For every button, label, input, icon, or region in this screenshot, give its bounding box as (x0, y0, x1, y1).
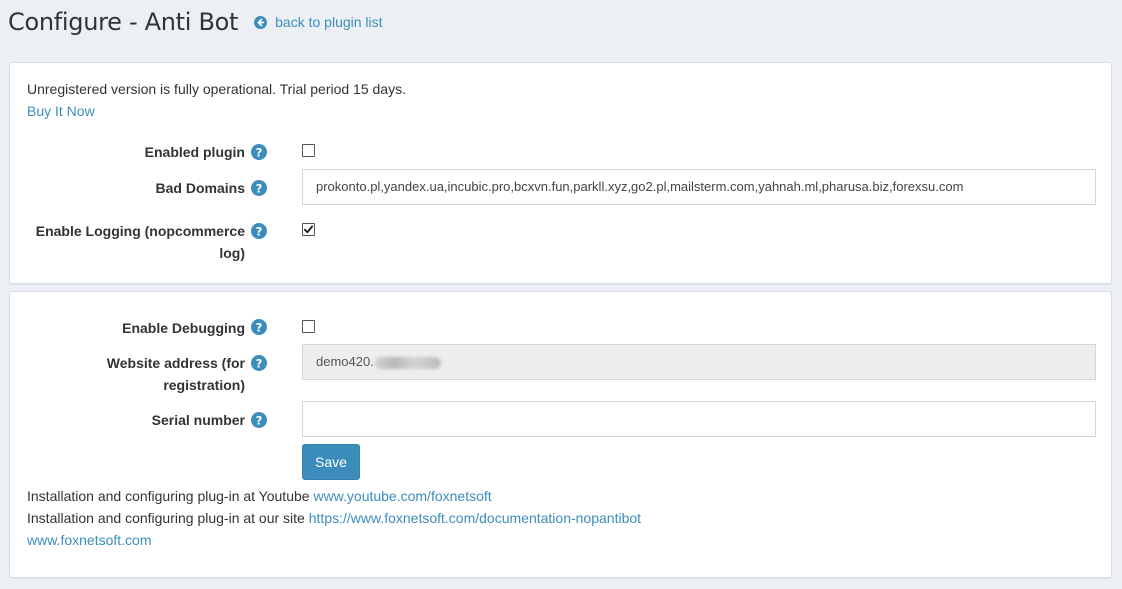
foxnetsoft-home-link[interactable]: www.foxnetsoft.com (27, 532, 152, 548)
serial-number-label: Serial number (151, 412, 245, 428)
license-notice: Unregistered version is fully operationa… (27, 81, 406, 97)
question-circle-icon[interactable]: ? (251, 355, 267, 371)
save-button[interactable]: Save (302, 444, 360, 480)
circle-arrow-left-icon (254, 15, 268, 29)
page-title: Configure - Anti Bot (8, 8, 239, 36)
question-circle-icon[interactable]: ? (251, 319, 267, 335)
serial-number-input[interactable] (302, 401, 1096, 437)
svg-text:?: ? (256, 224, 263, 238)
svg-text:?: ? (256, 413, 263, 427)
bad-domains-label: Bad Domains (155, 180, 245, 196)
website-address-input: demo420. (302, 344, 1096, 380)
question-circle-icon[interactable]: ? (251, 180, 267, 196)
registration-panel: Enable Debugging ? Website address (for … (9, 291, 1112, 578)
back-link-label: back to plugin list (275, 14, 383, 30)
question-circle-icon[interactable]: ? (251, 412, 267, 428)
back-to-plugin-list-link[interactable]: back to plugin list (254, 14, 383, 30)
documentation-link[interactable]: https://www.foxnetsoft.com/documentation… (309, 510, 641, 526)
settings-panel: Unregistered version is fully operationa… (9, 62, 1112, 284)
page-header: Configure - Anti Bot back to plugin list (8, 4, 383, 40)
website-address-label: Website address (for registration) (106, 355, 245, 393)
youtube-link[interactable]: www.youtube.com/foxnetsoft (313, 488, 491, 504)
svg-text:?: ? (256, 320, 263, 334)
enabled-plugin-checkbox[interactable] (302, 144, 315, 157)
enable-logging-checkbox[interactable] (302, 223, 315, 236)
site-note: Installation and configuring plug-in at … (27, 510, 642, 526)
enable-debugging-label: Enable Debugging (122, 320, 245, 336)
enabled-plugin-label: Enabled plugin (144, 144, 245, 160)
enable-debugging-checkbox[interactable] (302, 320, 315, 333)
buy-it-now-link[interactable]: Buy It Now (27, 103, 95, 119)
redacted-domain (374, 356, 441, 369)
svg-text:?: ? (256, 356, 263, 370)
question-circle-icon[interactable]: ? (251, 223, 267, 239)
question-circle-icon[interactable]: ? (251, 144, 267, 160)
svg-text:?: ? (256, 145, 263, 159)
youtube-note: Installation and configuring plug-in at … (27, 488, 492, 504)
svg-text:?: ? (256, 181, 263, 195)
checkmark-icon (303, 225, 314, 234)
bad-domains-input[interactable]: prokonto.pl,yandex.ua,incubic.pro,bcxvn.… (302, 169, 1096, 205)
enable-logging-label: Enable Logging (nopcommerce log) (35, 223, 245, 261)
